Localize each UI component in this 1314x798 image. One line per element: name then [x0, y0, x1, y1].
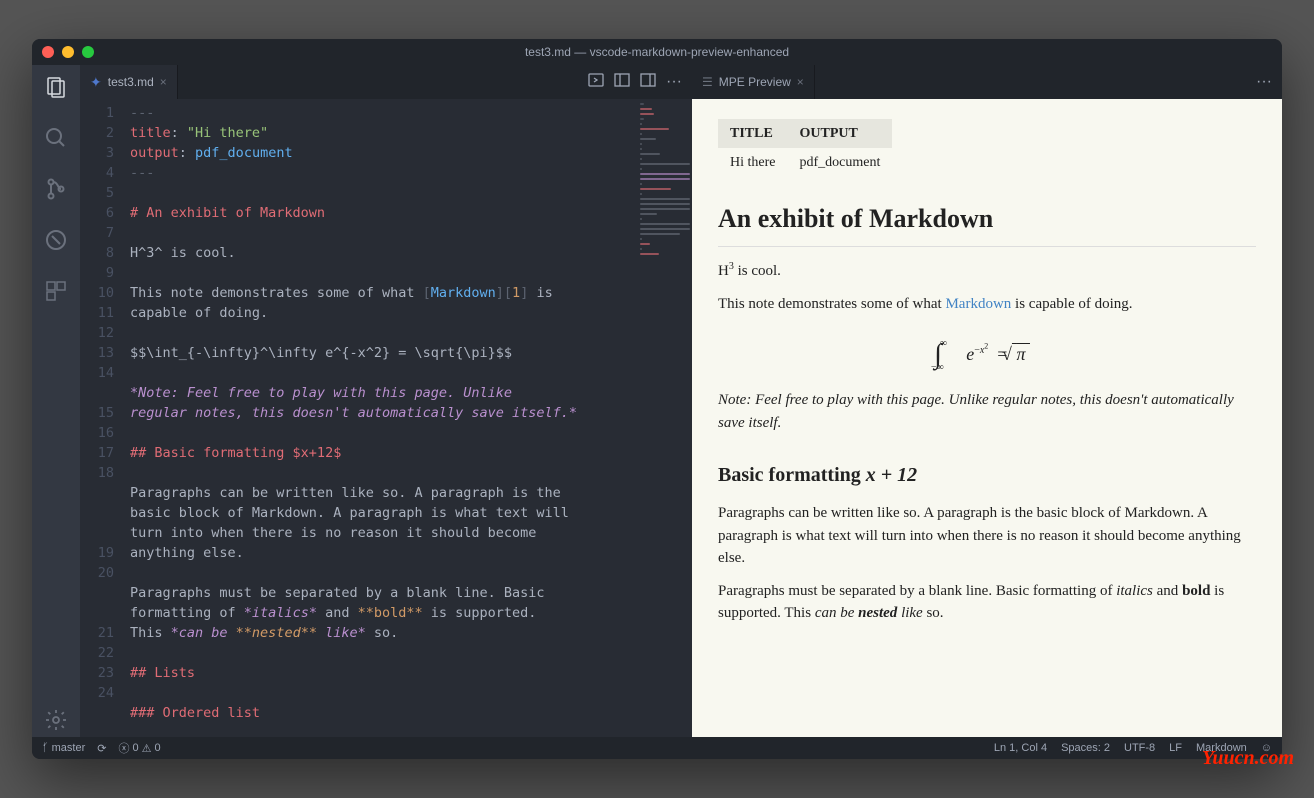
minimize-window-button[interactable] [62, 46, 74, 58]
code-content[interactable]: ---title: "Hi there"output: pdf_document… [130, 99, 636, 737]
watermark: Yuucn.com [1202, 747, 1294, 770]
frontmatter-table: TITLEOUTPUT Hi therepdf_document [718, 119, 892, 177]
extensions-icon[interactable] [44, 279, 68, 308]
note-paragraph: Note: Feel free to play with this page. … [718, 389, 1256, 434]
status-bar: ᚶ master ⟳ ⓧ 0 ⚠ 0 Ln 1, Col 4 Spaces: 2… [32, 737, 1282, 759]
heading-1: An exhibit of Markdown [718, 199, 1256, 247]
minimap[interactable] [636, 99, 692, 737]
editor-group: ✦ test3.md × ··· 12345678910111213141516… [80, 65, 692, 737]
maximize-window-button[interactable] [82, 46, 94, 58]
editor-body: 123456789101112131415161718192021222324 … [80, 99, 692, 737]
more-icon[interactable]: ··· [666, 73, 682, 91]
editor-tab[interactable]: ✦ test3.md × [80, 65, 178, 99]
markdown-link[interactable]: Markdown [945, 296, 1011, 312]
source-control-icon[interactable] [44, 177, 68, 206]
window-controls [42, 46, 94, 58]
paragraph: Paragraphs can be written like so. A par… [718, 502, 1256, 570]
encoding[interactable]: UTF-8 [1124, 742, 1155, 754]
paragraph: This note demonstrates some of what Mark… [718, 293, 1256, 316]
math-block: ∫∞−∞ e−x2 = π √ [718, 331, 1256, 373]
line-gutter: 123456789101112131415161718192021222324 [80, 99, 130, 737]
modified-indicator-icon: ✦ [90, 74, 102, 91]
split-left-icon[interactable] [614, 72, 630, 93]
git-branch[interactable]: ᚶ master [42, 742, 85, 754]
debug-icon[interactable] [44, 228, 68, 257]
cursor-position[interactable]: Ln 1, Col 4 [994, 742, 1047, 754]
explorer-icon[interactable] [44, 75, 68, 104]
indentation[interactable]: Spaces: 2 [1061, 742, 1110, 754]
titlebar: test3.md — vscode-markdown-preview-enhan… [32, 39, 1282, 65]
sync-icon[interactable]: ⟳ [97, 742, 106, 755]
preview-icon: ☰ [702, 75, 713, 89]
heading-2: Basic formatting x + 12 [718, 460, 1256, 490]
close-icon[interactable]: × [797, 75, 804, 89]
problems[interactable]: ⓧ 0 ⚠ 0 [118, 740, 160, 756]
editor-actions: ··· [588, 65, 692, 99]
more-icon[interactable]: ··· [1256, 73, 1272, 91]
paragraph: Paragraphs must be separated by a blank … [718, 580, 1256, 625]
settings-icon[interactable] [44, 708, 68, 737]
eol[interactable]: LF [1169, 742, 1182, 754]
app-window: test3.md — vscode-markdown-preview-enhan… [32, 39, 1282, 759]
preview-icon[interactable] [588, 72, 604, 93]
main-area: ✦ test3.md × ··· 12345678910111213141516… [32, 65, 1282, 737]
close-window-button[interactable] [42, 46, 54, 58]
preview-tabs: ☰ MPE Preview × ··· [692, 65, 1282, 99]
close-icon[interactable]: × [160, 75, 167, 89]
split-right-icon[interactable] [640, 72, 656, 93]
activity-bar [32, 65, 80, 737]
preview-group: ☰ MPE Preview × ··· TITLEOUTPUT Hi there… [692, 65, 1282, 737]
editor-tabs: ✦ test3.md × ··· [80, 65, 692, 99]
search-icon[interactable] [44, 126, 68, 155]
tab-label: test3.md [108, 75, 154, 89]
tab-label: MPE Preview [719, 75, 791, 89]
code-editor[interactable]: 123456789101112131415161718192021222324 … [80, 99, 692, 737]
paragraph: H3 is cool. [718, 259, 1256, 283]
markdown-preview[interactable]: TITLEOUTPUT Hi therepdf_document An exhi… [692, 99, 1282, 737]
preview-tab[interactable]: ☰ MPE Preview × [692, 65, 815, 99]
window-title: test3.md — vscode-markdown-preview-enhan… [525, 45, 789, 59]
